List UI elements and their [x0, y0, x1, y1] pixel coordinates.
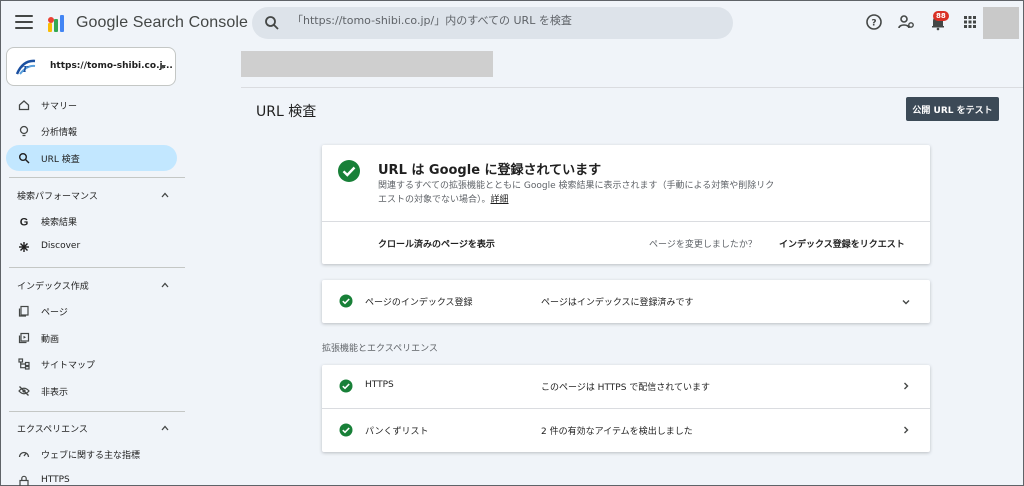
home-icon: [18, 100, 30, 111]
check-circle-icon: [339, 294, 353, 308]
section-title-indexing[interactable]: インデックス作成: [17, 279, 89, 292]
avatar[interactable]: [983, 7, 1019, 39]
sidebar-item-search-results[interactable]: G 検索結果: [6, 208, 177, 234]
chevron-right-icon[interactable]: [901, 425, 911, 435]
video-icon: [18, 332, 30, 344]
sidebar-item-label: サイトマップ: [41, 361, 96, 371]
property-label: https://tomo-shibi.co.j...: [50, 61, 173, 71]
test-live-url-button[interactable]: 公開 URL をテスト: [906, 97, 999, 121]
sidebar-divider: [9, 177, 185, 178]
pages-icon: [18, 305, 29, 317]
row-value: 2 件の有効なアイテムを検出しました: [541, 427, 693, 437]
sidebar-item-label: ウェブに関する主な指標: [41, 451, 141, 461]
menu-icon[interactable]: [15, 15, 33, 29]
sidebar-item-label: URL 検査: [41, 155, 80, 165]
sidebar-item-label: 検索結果: [41, 218, 78, 228]
enhancements-card: HTTPS このページは HTTPS で配信されています パンくずリスト 2 件…: [322, 365, 930, 452]
help-icon[interactable]: ?: [865, 13, 883, 31]
property-logo: T: [15, 59, 36, 75]
sidebar-item-label: 非表示: [41, 388, 69, 398]
page-indexing-row[interactable]: ページのインデックス登録 ページはインデックスに登録済みです: [322, 280, 930, 323]
search-icon: [265, 16, 279, 30]
search-input[interactable]: [292, 14, 722, 27]
property-selector[interactable]: T https://tomo-shibi.co.j...: [6, 47, 176, 86]
status-description: 関連するすべての拡張機能とともに Google 検索結果に表示されます（手動によ…: [378, 179, 778, 207]
sidebar-item-discover[interactable]: Discover: [6, 234, 177, 260]
sidebar-item-label: サマリー: [41, 102, 78, 112]
eye-off-icon: [18, 386, 30, 396]
sidebar-item-removals[interactable]: 非表示: [6, 378, 177, 404]
notification-badge: 88: [933, 11, 949, 21]
sidebar-item-label: ページ: [41, 308, 68, 318]
sidebar-item-insights[interactable]: 分析情報: [6, 118, 177, 144]
sitemap-icon: [18, 358, 30, 370]
sidebar-divider: [9, 267, 185, 268]
sidebar-item-url-inspection[interactable]: URL 検査: [6, 145, 177, 171]
row-label: HTTPS: [365, 380, 394, 390]
main-divider: [241, 87, 1023, 88]
speedometer-icon: [18, 451, 30, 458]
row-label: ページのインデックス登録: [365, 298, 473, 308]
status-description-text: 関連するすべての拡張機能とともに Google 検索結果に表示されます（手動によ…: [378, 181, 775, 205]
card-divider: [322, 221, 930, 222]
sidebar-item-video[interactable]: 動画: [6, 325, 177, 351]
chevron-down-icon: [160, 65, 166, 69]
chevron-up-icon[interactable]: [161, 281, 169, 289]
enhancement-row-breadcrumbs[interactable]: パンくずリスト 2 件の有効なアイテムを検出しました: [322, 409, 930, 452]
chevron-down-icon[interactable]: [901, 297, 911, 307]
sidebar-item-summary[interactable]: サマリー: [6, 92, 177, 118]
row-value: このページは HTTPS で配信されています: [541, 383, 711, 393]
enhancement-row-https[interactable]: HTTPS このページは HTTPS で配信されています: [322, 365, 930, 408]
sidebar-item-https[interactable]: HTTPS: [6, 468, 177, 486]
check-circle-icon: [339, 423, 353, 437]
status-card: URL は Google に登録されています 関連するすべての拡張機能とともに …: [322, 145, 930, 264]
sidebar-item-label: HTTPS: [41, 475, 70, 485]
search-console-logo: [48, 15, 64, 32]
learn-more-link[interactable]: 詳細: [491, 195, 509, 205]
svg-text:?: ?: [871, 19, 876, 29]
enhancements-section-title: 拡張機能とエクスペリエンス: [322, 344, 438, 354]
sidebar: T https://tomo-shibi.co.j... サマリー 分析情報 U…: [1, 47, 191, 486]
chevron-up-icon[interactable]: [161, 191, 169, 199]
page-changed-question: ページを変更しましたか？: [649, 240, 757, 250]
svg-text:G: G: [20, 217, 29, 228]
row-value: ページはインデックスに登録済みです: [541, 298, 694, 308]
section-title-search-performance[interactable]: 検索パフォーマンス: [17, 189, 98, 202]
svg-text:T: T: [22, 64, 29, 74]
lock-icon: [19, 475, 29, 486]
google-g-icon: G: [20, 217, 29, 228]
top-bar: Google Search Console ? 88: [1, 1, 1023, 47]
status-title: URL は Google に登録されています: [378, 163, 602, 178]
lightbulb-icon: [19, 125, 29, 137]
chevron-right-icon[interactable]: [901, 381, 911, 391]
search-icon: [19, 153, 30, 164]
app-name: Google Search Console: [76, 14, 248, 31]
sidebar-item-label: 分析情報: [41, 128, 78, 138]
view-crawled-page-link[interactable]: クロール済みのページを表示: [378, 237, 495, 250]
apps-grid-icon[interactable]: [961, 13, 979, 31]
request-indexing-link[interactable]: インデックス登録をリクエスト: [779, 237, 905, 250]
sidebar-item-core-web-vitals[interactable]: ウェブに関する主な指標: [6, 441, 177, 467]
redacted-url-bar: [241, 51, 493, 77]
sidebar-item-pages[interactable]: ページ: [6, 298, 177, 324]
section-title-experience[interactable]: エクスペリエンス: [17, 422, 88, 435]
sidebar-divider: [9, 411, 185, 412]
manage-users-icon[interactable]: [897, 13, 915, 31]
check-circle-icon: [339, 379, 353, 393]
check-circle-icon: [338, 160, 360, 182]
row-label: パンくずリスト: [365, 427, 429, 437]
sidebar-item-label: 動画: [41, 335, 60, 345]
chevron-up-icon[interactable]: [161, 424, 169, 432]
asterisk-icon: [19, 242, 29, 252]
url-inspection-search[interactable]: [252, 7, 733, 39]
page-title: URL 検査: [256, 104, 317, 120]
sidebar-item-label: Discover: [41, 241, 81, 251]
sidebar-item-sitemaps[interactable]: サイトマップ: [6, 351, 177, 377]
